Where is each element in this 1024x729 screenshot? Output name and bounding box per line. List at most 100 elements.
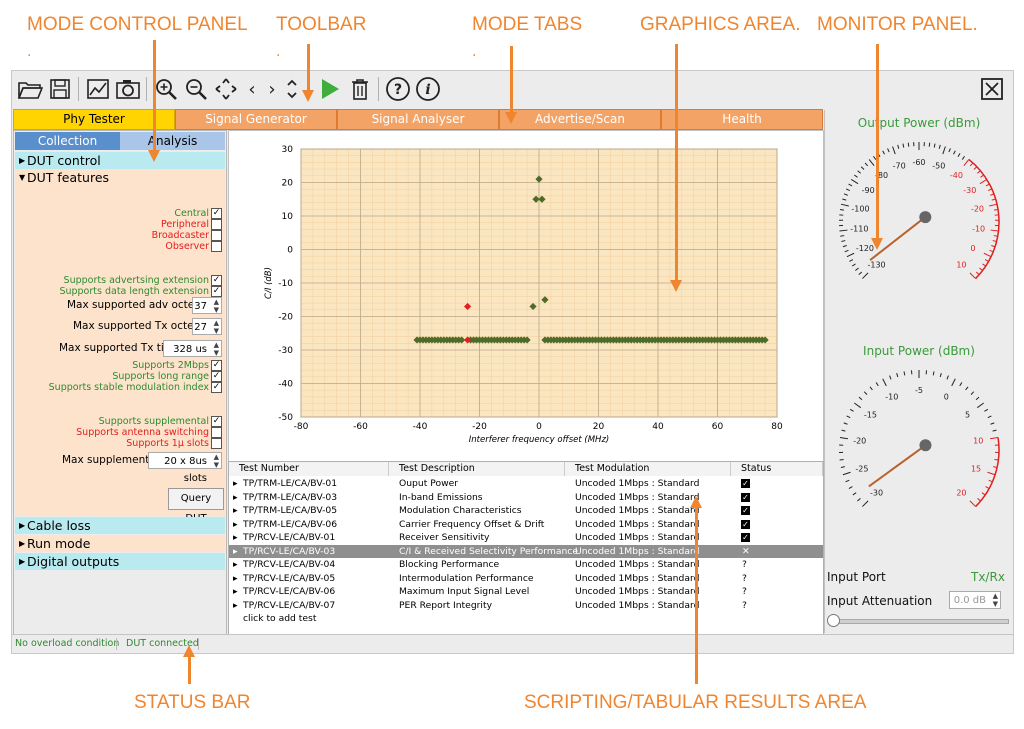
help-icon[interactable]: ? [384,75,412,103]
gauge-hub [919,439,932,452]
max-supplemental-spinner[interactable]: 20 x 8us slots ▲ ▼ [148,452,222,484]
table-row[interactable]: ▸ TP/RCV-LE/CA/BV-01 Receiver Sensitivity… [229,531,823,545]
col-test-description[interactable]: Test Description [389,462,565,476]
tab-health[interactable]: Health [661,109,823,130]
table-row[interactable]: ▸ TP/TRM-LE/CA/BV-03 In-band Emissions Unc… [229,491,823,505]
table-row[interactable]: ▸ TP/RCV-LE/CA/BV-07 PER Report Integrity… [229,599,823,613]
open-folder-icon[interactable] [16,75,44,103]
info-icon[interactable]: i [414,75,442,103]
save-icon[interactable] [46,75,74,103]
status-check-icon: ✓ [741,506,750,515]
gauge-tick [839,459,844,461]
adv-extension-checkbox[interactable]: ✓ [211,275,222,286]
chart-icon[interactable] [84,75,112,103]
cell-test-number: TP/RCV-LE/CA/BV-07 [243,599,336,611]
table-row[interactable]: ▸ TP/RCV-LE/CA/BV-04 Blocking Performance… [229,558,823,572]
section-run-mode[interactable]: ▶ Run mode [15,535,225,552]
zoom-in-icon[interactable] [152,75,180,103]
table-row[interactable]: ▸ TP/TRM-LE/CA/BV-01 Ouput Power Uncoded 1… [229,477,823,491]
subtab-analysis[interactable]: Analysis [120,132,225,150]
supplemental-checkbox[interactable]: ✓ [211,416,222,427]
scatter-chart[interactable]: -80 -60 -40 -20 0 20 40 60 80 -50 -40 -30 -20 -10 0 10 2… [229,131,823,461]
graphics-area[interactable]: -80 -60 -40 -20 0 20 40 60 80 -50 -40 -30 -20 -10 0 10 2… [228,130,824,462]
callout-graphics-area: GRAPHICS AREA. [640,14,801,35]
gauge-tick [990,229,999,232]
cell-test-description: In-band Emissions [399,491,483,503]
camera-icon[interactable] [114,75,142,103]
max-adv-octets-label: Max supported adv octets [67,299,204,311]
query-dut-button[interactable]: Query DUT [168,488,224,524]
max-tx-octets-spinner[interactable]: 27 ▲ ▼ [192,318,222,335]
one-us-slots-checkbox[interactable] [211,438,222,449]
gauge-tick [976,402,985,409]
input-attenuation-spinner[interactable]: 0.0 dB ▲ ▼ [949,591,1001,609]
section-label: Run mode [27,536,91,551]
col-test-number[interactable]: Test Number [229,462,389,476]
tab-advertise-scan[interactable]: Advertise/Scan [499,109,661,130]
status-separator [116,638,117,650]
expand-icon: ▶ [19,539,26,548]
arrow-graphics [675,44,678,282]
stable-mod-checkbox[interactable]: ✓ [211,382,222,393]
role-observer-checkbox[interactable] [211,241,222,252]
phy-2mbps-checkbox[interactable]: ✓ [211,360,222,371]
gauge-tick [951,378,956,387]
max-adv-octets-spinner[interactable]: 37 ▲ ▼ [192,297,222,314]
pan-icon[interactable] [212,75,240,103]
zoom-out-icon[interactable] [182,75,210,103]
role-peripheral-checkbox[interactable] [211,219,222,230]
arrow-mode-tabs [510,46,513,114]
role-broadcaster-checkbox[interactable] [211,230,222,241]
collapse-icon: ▼ [19,173,26,182]
cell-test-number: TP/RCV-LE/CA/BV-03 [243,545,336,557]
x-tick-label: -80 [294,422,309,432]
cell-test-description: Blocking Performance [399,559,500,570]
table-row[interactable]: ▸ TP/RCV-LE/CA/BV-03 C/I & Received Selec… [229,544,823,558]
gauge-tick [853,174,858,178]
add-test-row[interactable]: click to add test [229,612,823,626]
gauge-tick [875,382,879,387]
subtab-collection[interactable]: Collection [15,132,120,150]
attenuation-slider-handle[interactable] [827,614,840,627]
role-central-checkbox[interactable]: ✓ [211,208,222,219]
app-window: ‹ › ? i Phy Tester Signal Generator Sign… [11,70,1014,654]
input-port-value[interactable]: Tx/Rx [971,570,1005,584]
antenna-switching-checkbox[interactable] [211,427,222,438]
gauge-tick [840,466,845,468]
cell-test-number: TP/TRM-LE/CA/BV-03 [243,491,338,503]
gauge-tick [849,408,854,412]
long-range-checkbox[interactable]: ✓ [211,371,222,382]
status-separator [198,638,199,650]
attenuation-slider-track[interactable] [831,619,1009,624]
gauge-tick [863,391,868,395]
cell-test-number: TP/RCV-LE/CA/BV-05 [243,572,336,584]
section-cable-loss[interactable]: ▶ Cable loss [15,517,225,534]
output-power-title: Output Power (dBm) [857,116,981,130]
close-icon[interactable] [978,75,1006,103]
tab-signal-analyser[interactable]: Signal Analyser [337,109,499,130]
gauge-label: 20 [956,488,966,497]
data-length-checkbox[interactable]: ✓ [211,286,222,297]
cell-status: ? [742,599,747,611]
delete-icon[interactable] [346,75,374,103]
col-status[interactable]: Status [731,462,823,476]
gauge-tick [868,159,875,167]
table-row[interactable]: ▸ TP/TRM-LE/CA/BV-06 Carrier Frequency Of… [229,518,823,532]
section-dut-features[interactable]: ▼ DUT features [15,169,225,186]
y-tick-label: 20 [282,179,294,189]
cell-test-description: PER Report Integrity [399,599,493,611]
table-row[interactable]: ▸ TP/TRM-LE/CA/BV-05 Modulation Character… [229,504,823,518]
section-dut-control[interactable]: ▶ DUT control [15,152,225,169]
gauge-tick [979,179,988,185]
section-digital-outputs[interactable]: ▶ Digital outputs [15,553,225,570]
gauge-tick [845,188,851,192]
tab-phy-tester[interactable]: Phy Tester [13,109,175,130]
arrow-head [871,238,883,250]
tab-signal-generator[interactable]: Signal Generator [175,109,337,130]
table-row[interactable]: ▸ TP/RCV-LE/CA/BV-06 Maximum Input Signal… [229,585,823,599]
table-row[interactable]: ▸ TP/RCV-LE/CA/BV-05 Intermodulation Perf… [229,572,823,586]
col-test-modulation[interactable]: Test Modulation [565,462,731,476]
run-icon[interactable] [316,75,344,103]
max-tx-time-spinner[interactable]: 328 us ▲ ▼ [163,340,222,357]
x-tick-label: 0 [536,422,542,432]
